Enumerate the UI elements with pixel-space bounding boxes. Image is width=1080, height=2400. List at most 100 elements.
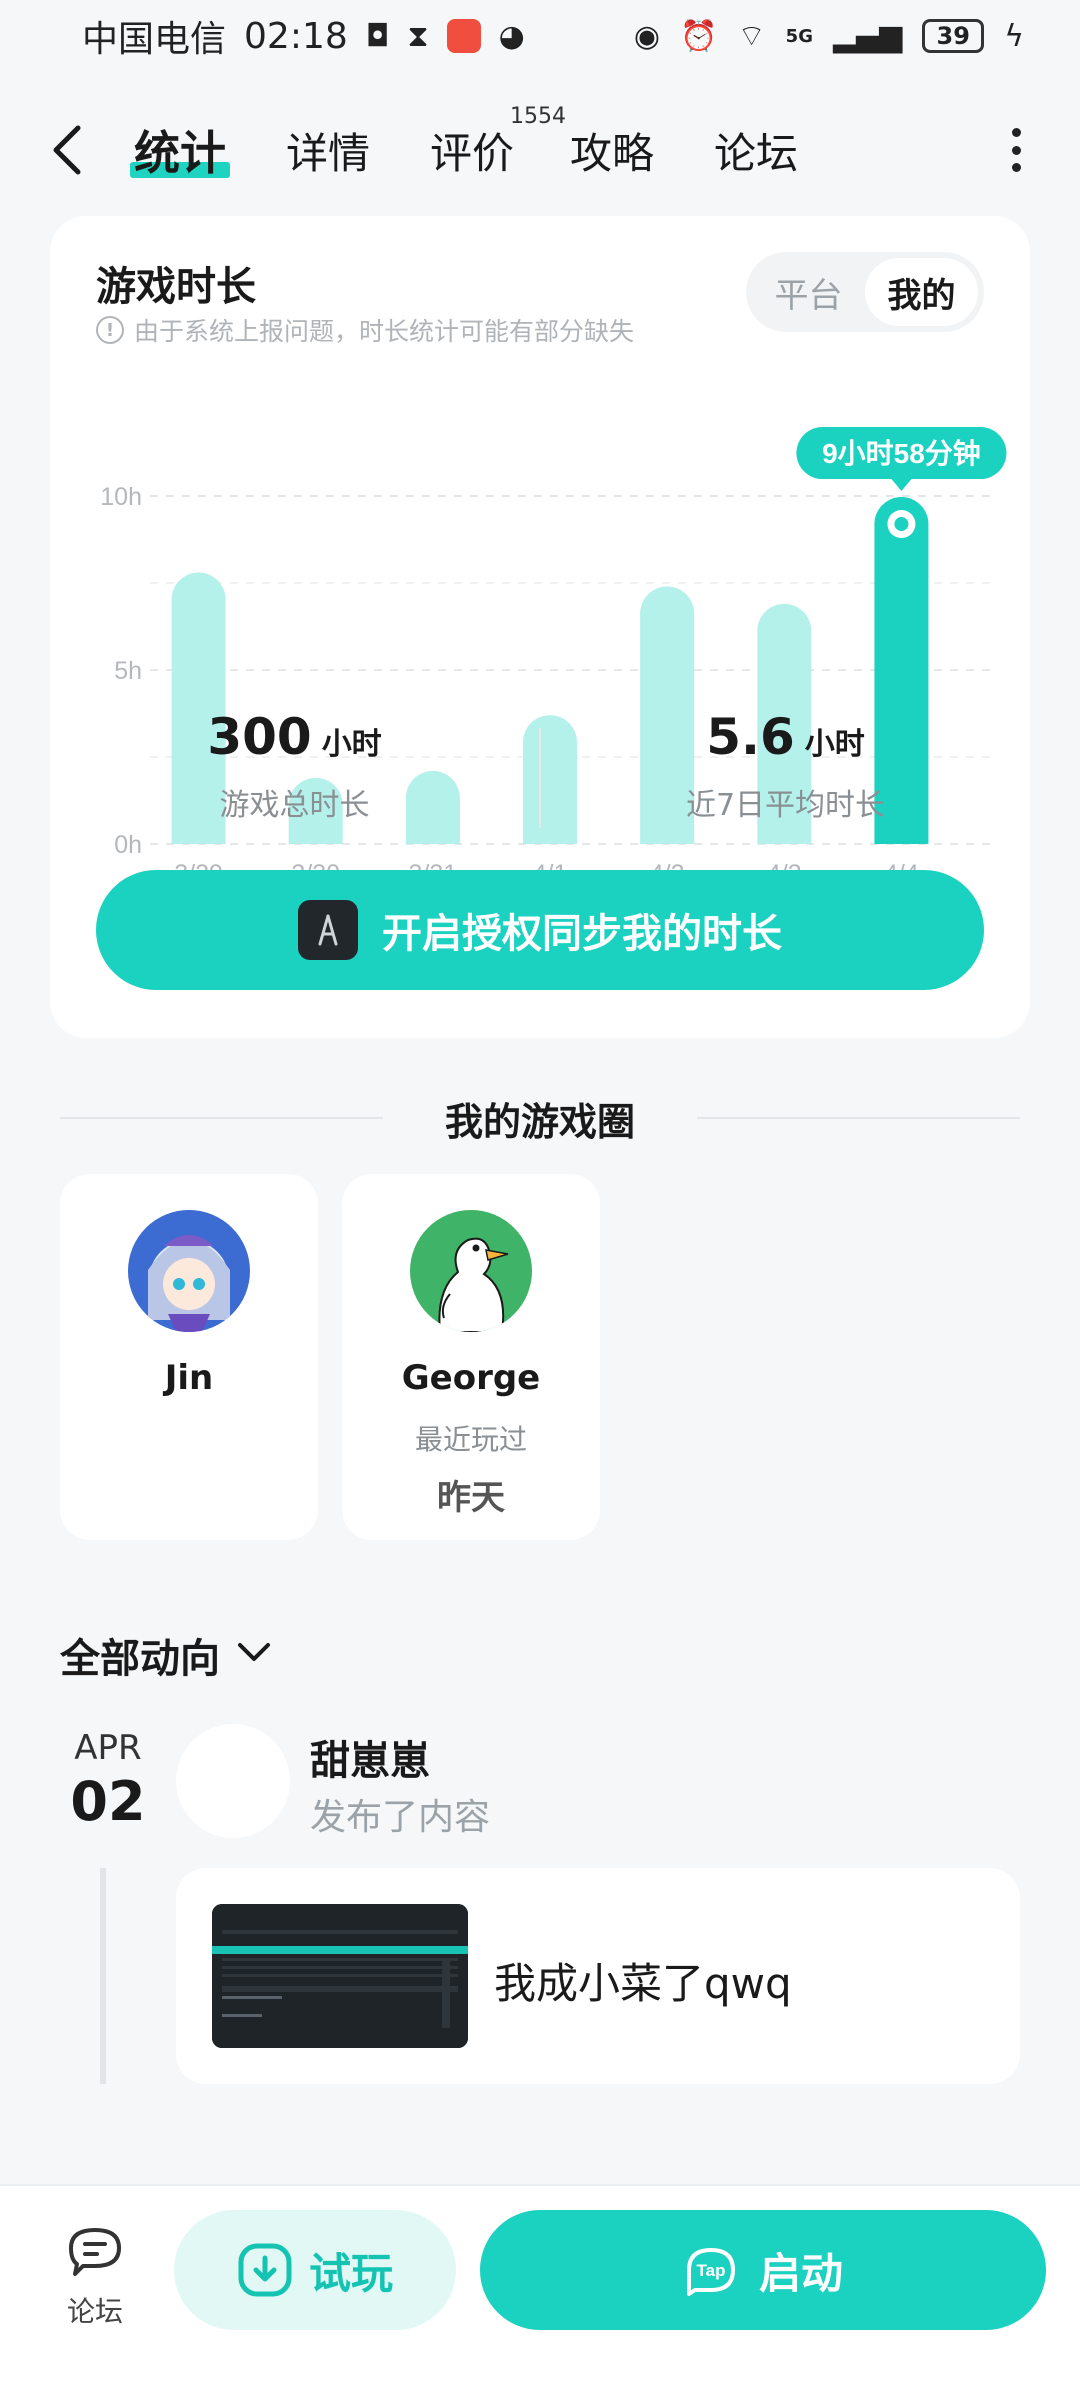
y-tick-label: 10h bbox=[100, 483, 142, 511]
launch-label: 启动 bbox=[758, 2248, 843, 2298]
friend-name: George bbox=[401, 1358, 541, 1398]
stats-notice: ! 由于系统上报问题，时长统计可能有部分缺失 bbox=[96, 312, 634, 348]
review-count-badge: 1554 bbox=[510, 104, 567, 129]
trial-label: 试玩 bbox=[308, 2248, 393, 2298]
avatar bbox=[128, 1210, 250, 1332]
sync-playtime-label: 开启授权同步我的时长 bbox=[382, 911, 782, 957]
tooltip-label: 9小时58分钟 bbox=[822, 438, 981, 469]
recently-played-label: 最近玩过 bbox=[414, 1423, 527, 1456]
recently-played-time: 昨天 bbox=[437, 1478, 505, 1518]
signal-icon: ▂▄▆ bbox=[832, 18, 903, 54]
anime-avatar-icon bbox=[128, 1210, 250, 1332]
notice-text: 由于系统上报问题，时长统计可能有部分缺失 bbox=[134, 317, 635, 346]
average-playtime: 5.6 小时 近7日平均时长 bbox=[541, 708, 1030, 838]
chevron-down-icon bbox=[236, 1641, 272, 1669]
timeline-bar bbox=[100, 1868, 106, 2084]
post-thumbnail bbox=[212, 1904, 468, 2048]
post-month: APR bbox=[74, 1728, 142, 1768]
dot bbox=[1011, 145, 1021, 155]
tab-guides[interactable]: 攻略 bbox=[570, 110, 654, 190]
tab-forum[interactable]: 论坛 bbox=[714, 110, 798, 190]
scoreboard-screenshot-image bbox=[212, 1904, 468, 2048]
carrier-label: 中国电信 bbox=[82, 19, 227, 60]
post-card[interactable]: 我成小菜了qwq bbox=[176, 1868, 1020, 2084]
tooltip-pointer bbox=[891, 479, 912, 492]
tab-label: 论坛 bbox=[714, 128, 799, 178]
dot bbox=[1011, 128, 1021, 137]
friend-card-george[interactable]: George 最近玩过 昨天 bbox=[342, 1174, 600, 1540]
divider-line bbox=[60, 1117, 383, 1119]
stat-value: 300 小时 bbox=[207, 708, 381, 766]
battery-indicator: 39 bbox=[922, 19, 985, 53]
platform-mine-toggle: 平台 我的 bbox=[746, 252, 984, 332]
clock: 02:18 bbox=[244, 15, 348, 57]
game-app-icon bbox=[298, 900, 358, 960]
card-title: 游戏时长 bbox=[96, 264, 256, 310]
post-date: APR 02 bbox=[68, 1728, 148, 1833]
compass-icon bbox=[318, 914, 338, 946]
game-circle-header: 我的游戏圈 bbox=[60, 1088, 1021, 1148]
charging-icon: ϟ bbox=[1004, 18, 1024, 54]
stat-summary: 300 小时 游戏总时长 5.6 小时 近7日平均时长 bbox=[50, 708, 1030, 838]
stat-value: 5.6 小时 bbox=[706, 708, 865, 766]
tv-app-icon: ◘ bbox=[365, 18, 390, 54]
friend-name: Jin bbox=[164, 1358, 214, 1398]
playtime-stats-card: 游戏时长 ! 由于系统上报问题，时长统计可能有部分缺失 平台 我的 0h 5h 10… bbox=[50, 216, 1030, 1038]
bottom-action-bar: 论坛 试玩 Tap 启动 bbox=[0, 2184, 1080, 2400]
taptap-logo-icon: Tap bbox=[686, 2248, 735, 2296]
alarm-icon: ⏰ bbox=[680, 18, 718, 54]
forum-chat-icon bbox=[69, 2228, 121, 2276]
shopping-app-icon bbox=[446, 19, 481, 53]
game-circle-title: 我的游戏圈 bbox=[445, 1099, 636, 1144]
tab-details[interactable]: 详情 bbox=[286, 110, 370, 190]
wifi-icon: ⌔ bbox=[737, 19, 766, 54]
tab-label: 统计 bbox=[134, 126, 226, 180]
launch-button[interactable]: Tap 启动 bbox=[480, 2210, 1046, 2330]
status-left: 中国电信 02:18 ◘ ⧗ ◕ bbox=[82, 10, 525, 62]
post-username[interactable]: 甜崽崽 bbox=[310, 1728, 430, 1786]
divider-line bbox=[697, 1117, 1021, 1119]
status-bar: 中国电信 02:18 ◘ ⧗ ◕ ◉ ⏰ ⌔ 5G ▂▄▆ 39 ϟ bbox=[0, 0, 1080, 72]
hourglass-icon: ⧗ bbox=[407, 18, 429, 54]
top-nav: 统计 详情 评价 1554 攻略 论坛 bbox=[0, 100, 1080, 200]
average-playtime-label: 近7日平均时长 bbox=[685, 788, 886, 823]
post-day: 02 bbox=[70, 1770, 146, 1833]
average-playtime-unit: 小时 bbox=[804, 727, 865, 762]
forum-label: 论坛 bbox=[66, 2295, 123, 2328]
sync-playtime-button[interactable]: 开启授权同步我的时长 bbox=[96, 870, 984, 990]
tab-stats[interactable]: 统计 bbox=[130, 110, 230, 190]
tab-reviews[interactable]: 评价 1554 bbox=[430, 104, 566, 190]
tab-label: 详情 bbox=[286, 128, 371, 178]
more-options-button[interactable] bbox=[996, 122, 1036, 178]
activity-title: 全部动向 bbox=[60, 1636, 220, 1682]
avatar bbox=[410, 1210, 532, 1332]
tab-label: 评价 bbox=[430, 128, 515, 178]
trial-button[interactable]: 试玩 bbox=[174, 2210, 456, 2330]
tab-label: 攻略 bbox=[570, 128, 655, 178]
duck-avatar-icon bbox=[410, 1210, 532, 1332]
back-arrow-icon bbox=[53, 125, 81, 175]
total-playtime: 300 小时 游戏总时长 bbox=[50, 708, 539, 838]
download-icon bbox=[238, 2243, 292, 2297]
forum-button[interactable]: 论坛 bbox=[50, 2222, 140, 2330]
status-right: ◉ ⏰ ⌔ 5G ▂▄▆ 39 ϟ bbox=[634, 17, 1024, 55]
toggle-platform[interactable]: 平台 bbox=[752, 258, 865, 326]
back-button[interactable] bbox=[50, 110, 110, 190]
info-icon: ! bbox=[96, 316, 124, 344]
network-type: 5G bbox=[785, 25, 813, 47]
post-text: 我成小菜了qwq bbox=[494, 1959, 792, 2008]
total-playtime-label: 游戏总时长 bbox=[219, 788, 370, 823]
dot bbox=[1011, 163, 1021, 172]
user-avatar[interactable] bbox=[176, 1724, 290, 1838]
post-action-text: 发布了内容 bbox=[310, 1797, 491, 1838]
wechat-icon: ◕ bbox=[498, 18, 525, 54]
friend-card-jin[interactable]: Jin bbox=[60, 1174, 318, 1540]
toggle-mine[interactable]: 我的 bbox=[865, 258, 978, 326]
average-playtime-value: 5.6 bbox=[706, 708, 795, 766]
activity-filter[interactable]: 全部动向 bbox=[60, 1626, 272, 1684]
y-tick-label: 5h bbox=[114, 657, 142, 685]
total-playtime-unit: 小时 bbox=[321, 727, 382, 762]
total-playtime-value: 300 bbox=[207, 708, 312, 766]
highlight-dot-inner bbox=[894, 517, 909, 532]
svg-text:Tap: Tap bbox=[697, 2261, 726, 2280]
